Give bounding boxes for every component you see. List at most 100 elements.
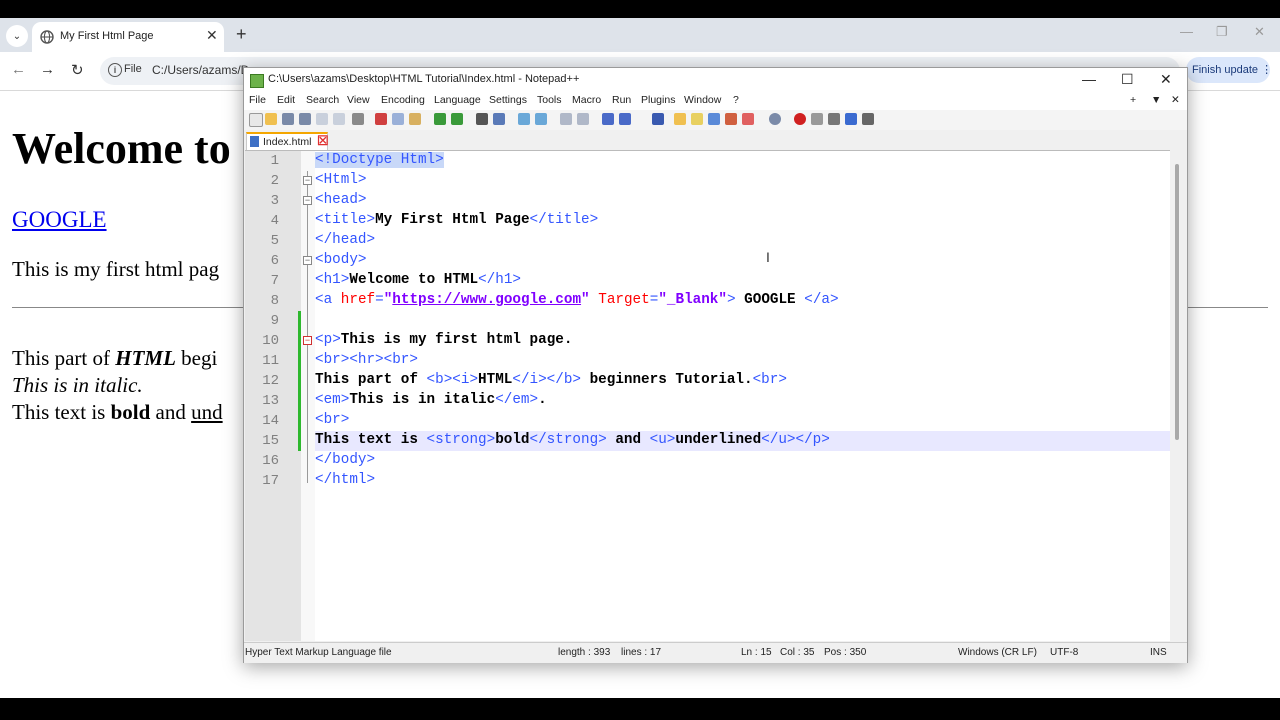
fold-toggle-icon[interactable]: − <box>303 336 312 345</box>
sync-horizontal-icon[interactable] <box>577 113 589 125</box>
menu-settings[interactable]: Settings <box>489 94 527 106</box>
finish-update-label: Finish update <box>1192 64 1259 76</box>
minimize-icon[interactable]: — <box>1082 71 1096 87</box>
forward-icon[interactable]: → <box>40 61 55 78</box>
code-editor[interactable]: 1 2 3 4 5 6 7 8 9 10 11 12 13 14 15 16 1… <box>245 150 1170 641</box>
menu-run[interactable]: Run <box>612 94 631 106</box>
tab-close-icon[interactable]: ✕ <box>206 27 218 44</box>
code-tag: /h1 <box>486 272 513 288</box>
menu-macro[interactable]: Macro <box>572 94 601 106</box>
code-line-10: <p>This is my first html page. <box>315 332 573 348</box>
menu-encoding[interactable]: Encoding <box>381 94 425 106</box>
document-tab[interactable]: Index.html ☒ <box>246 132 329 150</box>
copy-icon[interactable] <box>392 113 404 125</box>
menu-close-doc-button[interactable]: ✕ <box>1171 94 1180 106</box>
code-tag: <em> <box>315 392 350 408</box>
indent-guide-icon[interactable] <box>652 113 664 125</box>
folder-workspace-icon[interactable] <box>674 113 686 125</box>
chevron-down-icon[interactable] <box>636 113 642 125</box>
status-line: Ln : 15 <box>741 647 772 658</box>
menu-edit[interactable]: Edit <box>277 94 295 106</box>
vertical-scrollbar[interactable] <box>1170 150 1186 640</box>
minimize-icon[interactable]: — <box>1180 24 1193 39</box>
zoom-in-icon[interactable] <box>518 113 530 125</box>
line-number: 7 <box>270 273 279 289</box>
menu-tools[interactable]: Tools <box>537 94 562 106</box>
save-macro-icon[interactable] <box>862 113 874 125</box>
menu-window[interactable]: Window <box>684 94 721 106</box>
code-text: This text is <box>315 432 427 448</box>
doc-map-icon[interactable] <box>708 113 720 125</box>
new-file-icon[interactable] <box>249 113 263 127</box>
finish-update-button[interactable]: Finish update ⋮ <box>1186 57 1272 83</box>
save-icon[interactable] <box>282 113 294 125</box>
info-icon[interactable]: i <box>108 63 122 77</box>
code-line-1: <!Doctype Html> <box>315 152 444 168</box>
sync-vertical-icon[interactable] <box>560 113 572 125</box>
status-eol[interactable]: Windows (CR LF) <box>958 647 1037 658</box>
fold-toggle-icon[interactable]: − <box>303 176 312 185</box>
code-text: HTML <box>478 372 513 388</box>
clipboard-history-icon[interactable] <box>742 113 754 125</box>
close-all-icon[interactable] <box>333 113 345 125</box>
menu-add-button[interactable]: + <box>1130 94 1136 106</box>
menu-plugins[interactable]: Plugins <box>641 94 675 106</box>
change-history-bar <box>298 311 301 451</box>
replace-icon[interactable] <box>493 113 505 125</box>
code-text: . <box>538 392 547 408</box>
function-list-icon[interactable] <box>691 113 703 125</box>
save-all-icon[interactable] <box>299 113 311 125</box>
fold-toggle-icon[interactable]: − <box>303 256 312 265</box>
line-number-gutter: 1 2 3 4 5 6 7 8 9 10 11 12 13 14 15 16 1… <box>245 151 301 641</box>
code-url[interactable]: https://www.google.com <box>392 292 581 308</box>
find-icon[interactable] <box>476 113 488 125</box>
reload-icon[interactable]: ↻ <box>71 61 84 79</box>
menu-search[interactable]: Search <box>306 94 339 106</box>
code-line-7: <h1>Welcome to HTML</h1> <box>315 272 521 288</box>
code-tag: h1 <box>323 272 341 288</box>
code-text: This is my first html page. <box>340 332 573 348</box>
close-tab-icon[interactable]: ☒ <box>317 133 329 149</box>
code-tag: a <box>323 292 333 308</box>
paste-icon[interactable] <box>409 113 421 125</box>
close-window-icon[interactable]: ✕ <box>1254 24 1265 40</box>
address-url[interactable]: C:/Users/azams/D <box>152 63 249 77</box>
code-line-15: This text is <strong>bold</strong> and <… <box>315 432 830 448</box>
play-macro-icon[interactable] <box>828 113 840 125</box>
undo-icon[interactable] <box>434 113 446 125</box>
open-file-icon[interactable] <box>265 113 277 125</box>
text-cursor-icon: I <box>766 249 770 265</box>
menu-help[interactable]: ? <box>733 94 739 106</box>
zoom-out-icon[interactable] <box>535 113 547 125</box>
redo-icon[interactable] <box>451 113 463 125</box>
menu-file[interactable]: File <box>249 94 266 106</box>
menu-list-button[interactable]: ▼ <box>1151 94 1161 106</box>
google-link[interactable]: GOOGLE <box>12 207 107 233</box>
show-all-chars-icon[interactable] <box>619 113 631 125</box>
print-icon[interactable] <box>352 113 364 125</box>
line3-underlined: und <box>191 400 223 424</box>
menu-view[interactable]: View <box>347 94 370 106</box>
new-tab-button[interactable]: + <box>236 24 247 45</box>
record-macro-icon[interactable] <box>794 113 806 125</box>
close-file-icon[interactable] <box>316 113 328 125</box>
restore-icon[interactable]: ❐ <box>1216 24 1228 40</box>
status-encoding[interactable]: UTF-8 <box>1050 647 1078 658</box>
doc-list-icon[interactable] <box>725 113 737 125</box>
close-icon[interactable]: ✕ <box>1160 71 1172 88</box>
word-wrap-icon[interactable] <box>602 113 614 125</box>
cut-icon[interactable] <box>375 113 387 125</box>
menu-bar: File Edit Search View Encoding Language … <box>244 92 1187 110</box>
code-line-6: <body> <box>315 252 367 268</box>
browser-tab[interactable]: My First Html Page ✕ <box>32 22 224 52</box>
back-icon[interactable]: ← <box>11 61 26 78</box>
monitoring-eye-icon[interactable] <box>769 113 781 125</box>
code-text: My First Html Page <box>375 212 530 228</box>
scrollbar-thumb[interactable] <box>1175 164 1179 440</box>
run-macro-multiple-icon[interactable] <box>845 113 857 125</box>
maximize-icon[interactable]: ☐ <box>1121 71 1134 88</box>
stop-macro-icon[interactable] <box>811 113 823 125</box>
fold-toggle-icon[interactable]: − <box>303 196 312 205</box>
menu-language[interactable]: Language <box>434 94 481 106</box>
tab-search-button[interactable]: ⌄ <box>6 25 28 47</box>
